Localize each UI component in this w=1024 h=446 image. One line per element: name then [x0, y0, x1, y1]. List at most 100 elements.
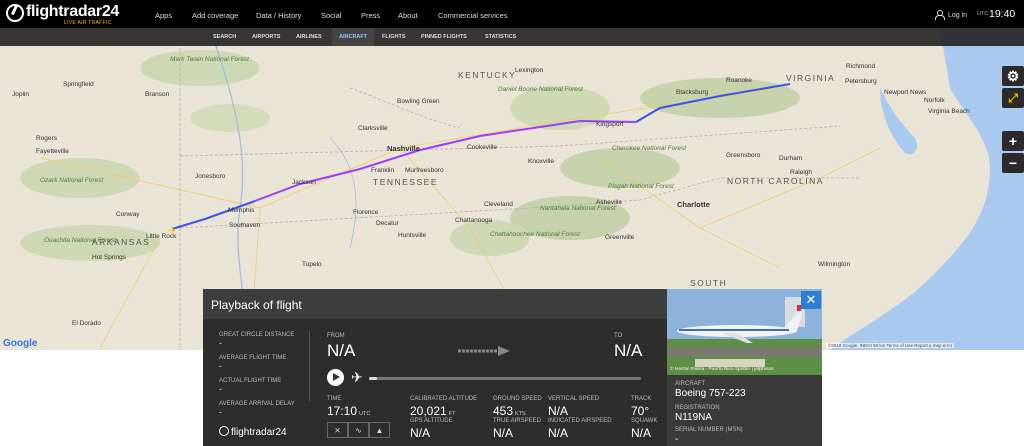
subnav-airports[interactable]: AIRPORTS [252, 34, 280, 40]
map-label: Mark Twain National Forest [170, 56, 250, 63]
vertical-speed-label: VERTICAL SPEED [548, 396, 600, 402]
subnav-aircraft[interactable]: AIRCRAFT [339, 34, 367, 40]
to-value: N/A [614, 341, 643, 360]
map-label: Cherokee National Forest [612, 145, 687, 152]
true-airspeed-label: TRUE AIRSPEED [493, 418, 542, 424]
map-label: Branson [145, 91, 170, 98]
altitude-graph-button[interactable]: ▲ [369, 422, 390, 438]
map-label: Cleveland [484, 201, 513, 208]
calibrated-altitude-label: CALIBRATED ALTITUDE [410, 396, 478, 402]
map-label: Chattanooga [455, 217, 493, 224]
fullscreen-icon: ⤢ [1008, 90, 1018, 105]
map-label: Murfreesboro [405, 167, 444, 174]
map-label: TENNESSEE [373, 177, 438, 187]
map-label: Florence [353, 209, 379, 216]
zoom-out-button[interactable]: − [1002, 153, 1024, 173]
track-value: 70° [631, 404, 650, 418]
fullscreen-button[interactable]: ⤢ [1002, 88, 1024, 108]
map-label: Nantahala National Forest [540, 205, 617, 212]
nav-add-coverage[interactable]: Add coverage [192, 11, 238, 20]
panel-title: Playback of flight [211, 298, 302, 312]
registration-label: REGISTRATION [675, 405, 720, 411]
stat-label: ACTUAL FLIGHT TIME [219, 378, 282, 384]
map-label: Decatur [376, 220, 400, 227]
nav-press[interactable]: Press [361, 11, 380, 20]
map-label: Wilmington [818, 261, 851, 268]
map-label: Little Rock [146, 233, 177, 240]
stat-value: - [219, 384, 222, 394]
aircraft-value[interactable]: Boeing 757-223 [675, 388, 746, 399]
map-label: Lexington [515, 67, 544, 74]
subnav-flights[interactable]: FLIGHTS [382, 34, 406, 40]
squawk-label: SQUAWK [631, 418, 658, 424]
map-label: Greenville [605, 234, 635, 241]
view-3d-button[interactable]: ⨯ [327, 422, 348, 438]
view-mode-buttons: ⨯ ∿ ▲ [327, 422, 390, 438]
map-label: Springfield [63, 81, 94, 88]
map-label: Chattahoochee National Forest [490, 231, 581, 238]
subnav-statistics[interactable]: STATISTICS [485, 34, 516, 40]
arrow-right-icon [458, 346, 510, 356]
clock: 19:40 [989, 8, 1016, 20]
nav-commercial-services[interactable]: Commercial services [438, 11, 508, 20]
subnav-airlines[interactable]: AIRLINES [296, 34, 322, 40]
radar-icon [6, 4, 24, 22]
map-label: Franklin [371, 167, 395, 174]
login-label: Log in [948, 11, 968, 19]
subnav-search[interactable]: SEARCH [213, 34, 236, 40]
from-value: N/A [327, 341, 356, 360]
map-label: Tupelo [302, 261, 322, 268]
map-label: El Dorado [72, 320, 101, 327]
route-view-button[interactable]: ∿ [348, 422, 369, 438]
subnav-pinned-flights[interactable]: PINNED FLIGHTS [421, 34, 467, 40]
msn-value: - [675, 434, 679, 445]
photo-credit[interactable]: © Hector Rivera - Puerto Rico Spotter | … [670, 367, 774, 372]
map-label: KENTUCKY [458, 70, 516, 80]
time-label: TIME [327, 396, 342, 402]
zoom-in-button[interactable]: + [1002, 131, 1024, 151]
airplane-icon: ✈ [351, 369, 363, 385]
indicated-airspeed-label: INDICATED AIRSPEED [548, 418, 612, 424]
divider [309, 331, 310, 401]
map-label: Petersburg [845, 78, 877, 85]
time-value: 17:10 UTC [327, 404, 371, 418]
panel-brand: flightradar24 [219, 426, 287, 438]
map-label: Charlotte [677, 200, 710, 209]
nav-data-history[interactable]: Data / History [256, 11, 301, 20]
map-label: Hot Springs [92, 254, 127, 261]
map-label: Virginia Beach [928, 108, 970, 115]
settings-button[interactable]: ⚙ [1002, 66, 1024, 86]
registration-value[interactable]: N119NA [675, 412, 712, 423]
nav-social[interactable]: Social [321, 11, 341, 20]
map-label: Nashville [387, 144, 420, 153]
gps-altitude-value: N/A [410, 426, 431, 440]
squawk-value: N/A [631, 426, 652, 440]
radar-icon [219, 426, 229, 436]
logo[interactable]: flightradar24 LIVE AIR TRAFFIC [6, 3, 119, 27]
map-label: Daniel Boone National Forest [498, 86, 584, 93]
map-label: VIRGINIA [786, 73, 835, 83]
map-label: Durham [779, 155, 802, 162]
timeline-progress [369, 377, 378, 380]
aircraft-photo[interactable]: © Hector Rivera - Puerto Rico Spotter | … [667, 289, 822, 375]
play-button[interactable] [327, 369, 344, 386]
map-attribution[interactable]: ©2018 Google, INEGI 50 km Terms of Use R… [826, 343, 955, 348]
map-label: Pisgah National Forest [608, 183, 675, 190]
map-label: NORTH CAROLINA [727, 176, 824, 186]
nav-apps[interactable]: Apps [155, 11, 172, 20]
aircraft-info-panel: © Hector Rivera - Puerto Rico Spotter | … [667, 289, 822, 446]
map-label: Richmond [846, 63, 876, 70]
ground-speed-label: GROUND SPEED [493, 396, 542, 402]
close-button[interactable]: ✕ [801, 291, 821, 309]
sub-navbar: SEARCH AIRPORTS AIRLINES AIRCRAFT FLIGHT… [0, 28, 1024, 46]
from-label: FROM [327, 333, 345, 339]
nav-about[interactable]: About [398, 11, 418, 20]
msn-label: SERIAL NUMBER (MSN) [675, 427, 743, 433]
vertical-speed-value: N/A [548, 404, 569, 418]
gear-icon: ⚙ [1006, 67, 1020, 84]
login-button[interactable]: Log in [934, 10, 967, 20]
playback-timeline[interactable] [369, 377, 641, 380]
map-label: Roanoke [726, 77, 752, 84]
map-label: Newport News [884, 89, 927, 96]
map-label: Kingsport [596, 121, 624, 128]
